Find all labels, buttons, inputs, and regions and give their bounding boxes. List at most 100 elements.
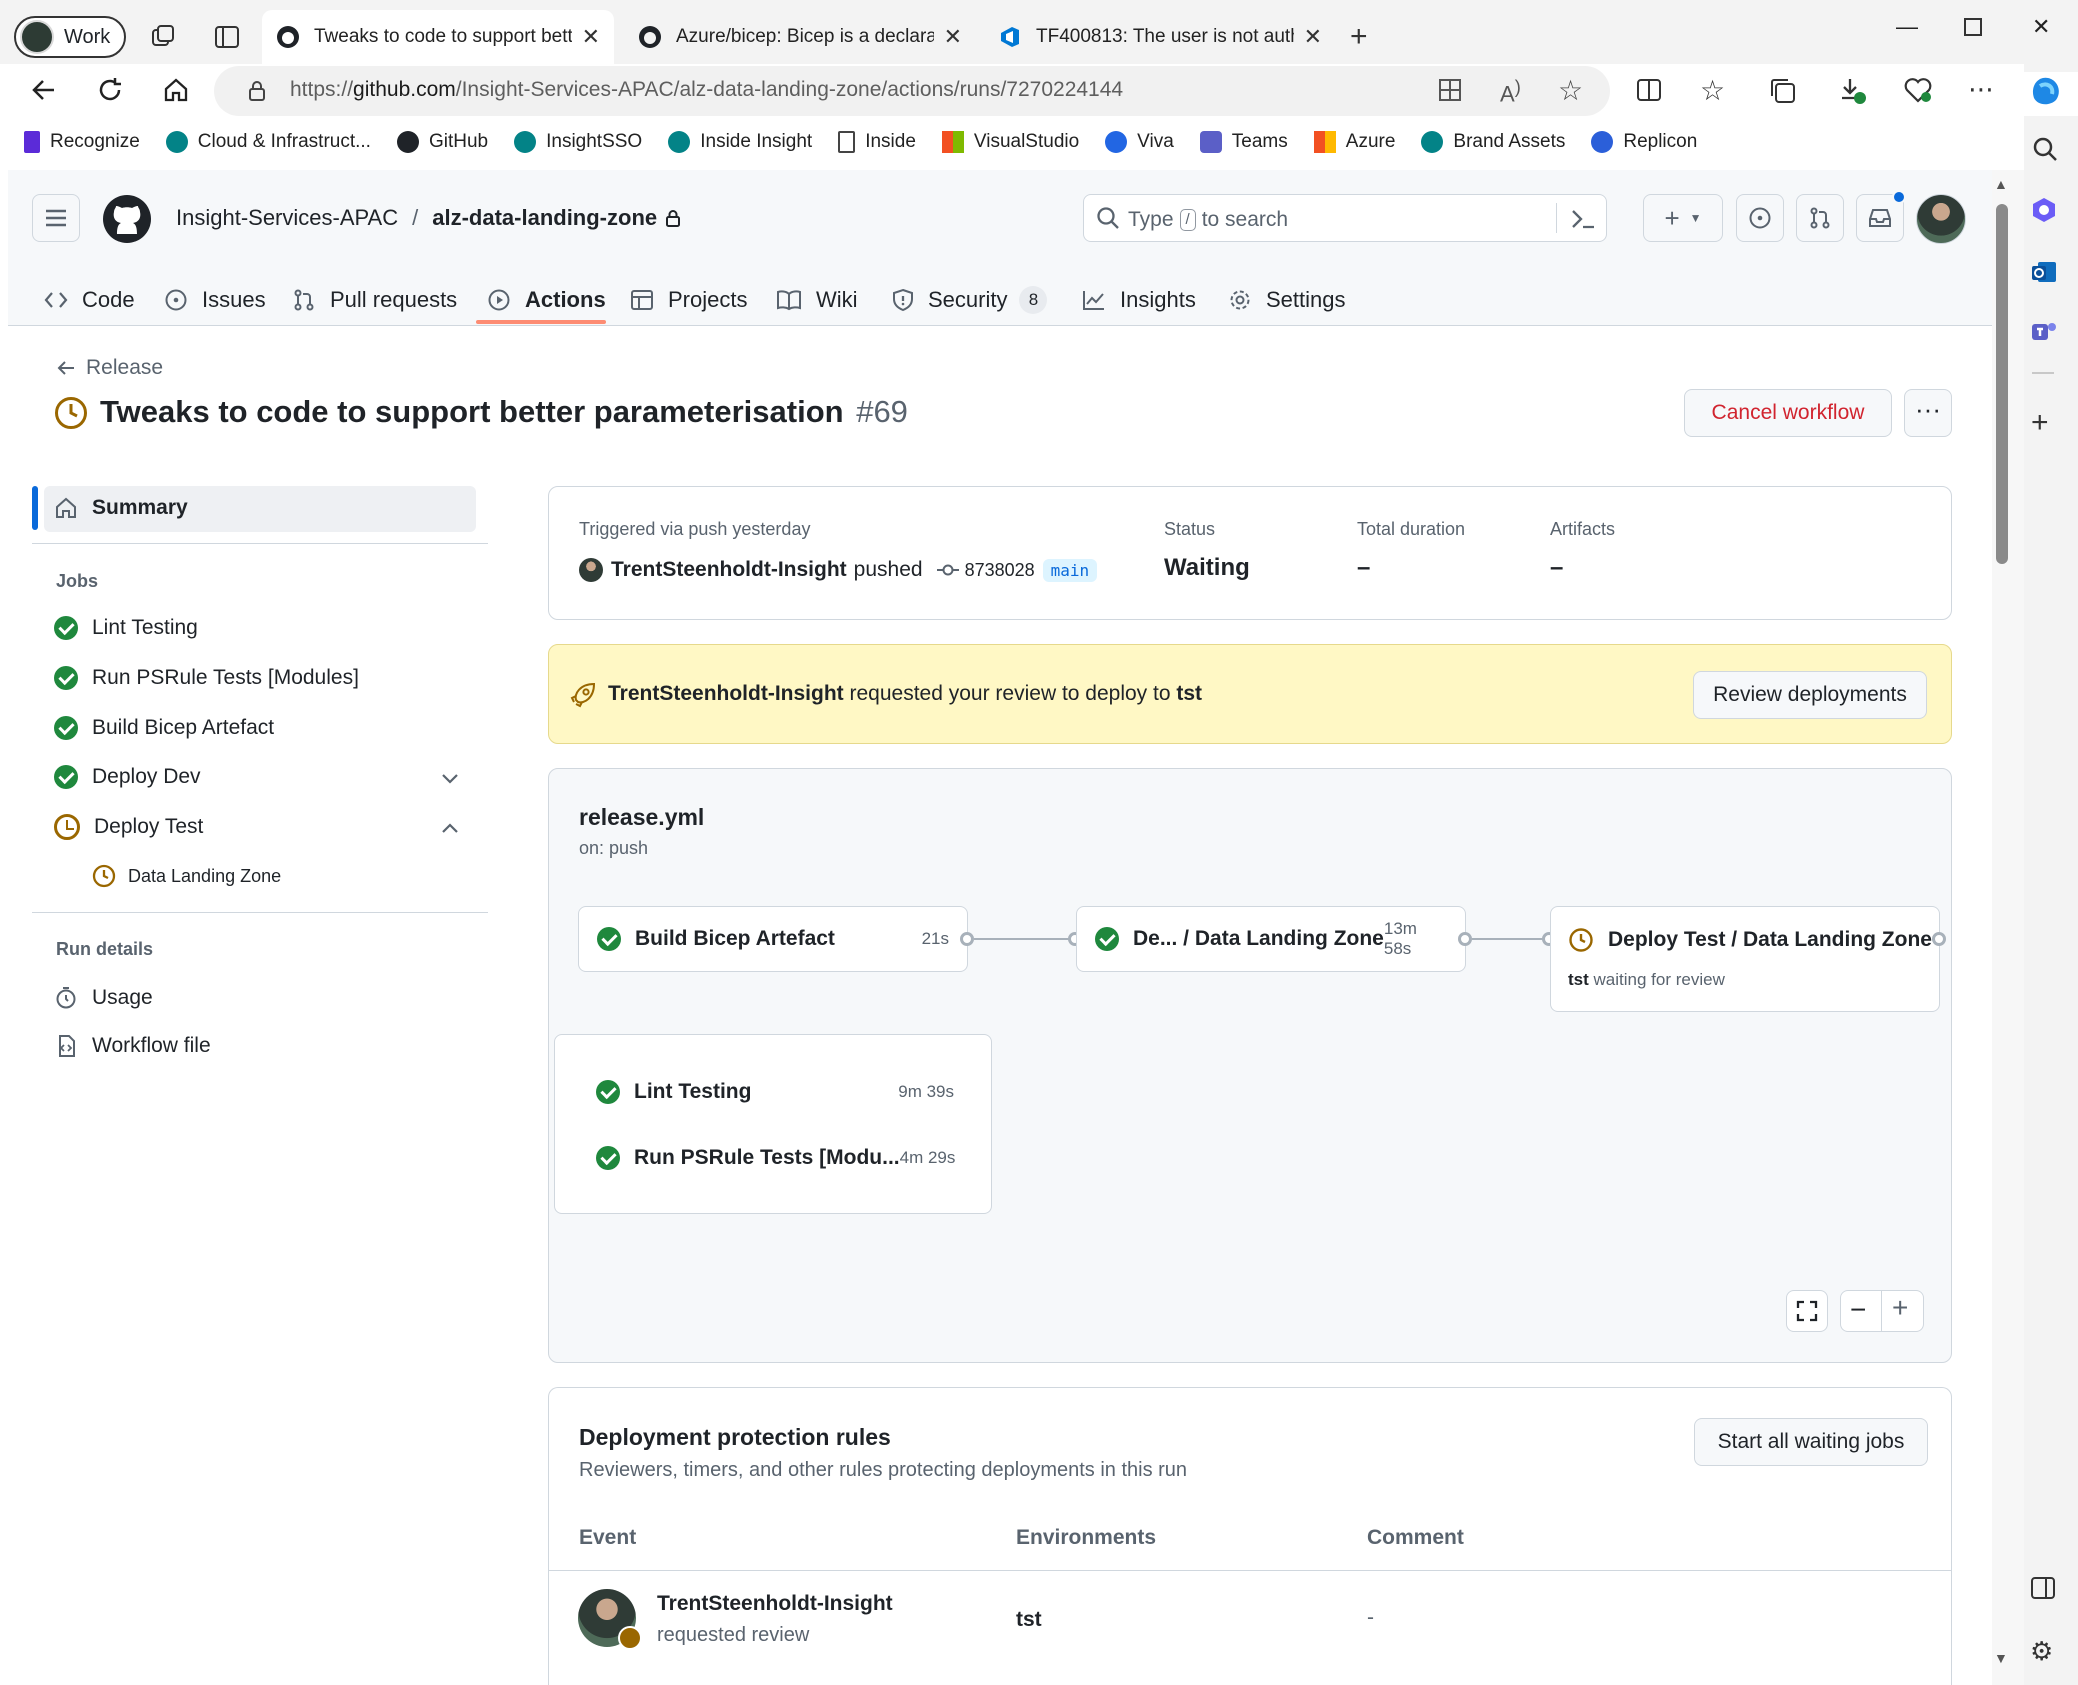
chevron-down-icon[interactable] bbox=[440, 768, 460, 788]
vertical-tabs-icon[interactable] bbox=[214, 24, 240, 50]
start-all-waiting-jobs-button[interactable]: Start all waiting jobs bbox=[1694, 1418, 1928, 1466]
site-info-icon[interactable] bbox=[246, 80, 268, 102]
bookmark-viva[interactable]: Viva bbox=[1105, 131, 1174, 153]
tab-settings[interactable]: Settings bbox=[1228, 276, 1346, 324]
tab-azure-bicep[interactable]: Azure/bicep: Bicep is a declarative lang… bbox=[624, 10, 976, 64]
favorites-icon[interactable]: ☆ bbox=[1700, 74, 1725, 107]
sidebar-job-build-bicep[interactable]: Build Bicep Artefact bbox=[54, 716, 274, 740]
tab-insights[interactable]: Insights bbox=[1082, 276, 1196, 324]
graph-node-lint-testing[interactable]: Lint Testing 9m 39s bbox=[596, 1080, 954, 1104]
reviewer-name[interactable]: TrentSteenholdt-Insight bbox=[657, 1592, 893, 1616]
close-tab-icon[interactable]: ✕ bbox=[1304, 24, 1322, 50]
graph-node-run-psrule[interactable]: Run PSRule Tests [Modu... 4m 29s bbox=[596, 1146, 955, 1170]
back-icon[interactable] bbox=[30, 76, 58, 104]
sidebar-workflow-file[interactable]: Workflow file bbox=[54, 1034, 211, 1058]
browser-essentials-icon[interactable] bbox=[1904, 76, 1932, 104]
tab-actions[interactable]: Actions bbox=[487, 276, 606, 324]
hamburger-menu-button[interactable] bbox=[32, 194, 80, 242]
tab-pull-requests[interactable]: Pull requests bbox=[292, 276, 457, 324]
user-avatar[interactable] bbox=[1916, 194, 1966, 244]
graph-node-deploy-dev[interactable]: De... / Data Landing Zone 13m 58s bbox=[1076, 906, 1466, 972]
cancel-workflow-button[interactable]: Cancel workflow bbox=[1684, 389, 1892, 437]
commit-link[interactable]: 8738028 bbox=[965, 560, 1035, 581]
sidebar-job-deploy-test[interactable]: Deploy Test bbox=[54, 814, 203, 840]
actor-link[interactable]: TrentSteenholdt-Insight bbox=[611, 558, 847, 582]
bookmark-insightsso[interactable]: InsightSSO bbox=[514, 131, 642, 153]
workspaces-icon[interactable] bbox=[150, 24, 176, 50]
zoom-in-icon[interactable]: + bbox=[1892, 1292, 1908, 1324]
scrollbar-thumb[interactable] bbox=[1996, 204, 2008, 564]
graph-node-deploy-test[interactable] bbox=[1550, 906, 1940, 1012]
back-to-workflow-link[interactable]: Release bbox=[56, 356, 163, 380]
bookmark-azure[interactable]: Azure bbox=[1313, 131, 1395, 153]
sidebar-job-deploy-dev[interactable]: Deploy Dev bbox=[54, 765, 201, 789]
minimize-icon[interactable]: — bbox=[1896, 14, 1918, 40]
sidebar-add-icon[interactable]: + bbox=[2031, 406, 2049, 440]
more-options-button[interactable]: ··· bbox=[1904, 389, 1952, 437]
fullscreen-button[interactable] bbox=[1786, 1290, 1828, 1332]
bookmark-teams[interactable]: Teams bbox=[1199, 131, 1288, 153]
pull-requests-button[interactable] bbox=[1796, 194, 1844, 242]
bookmark-visualstudio[interactable]: VisualStudio bbox=[941, 131, 1079, 153]
favorite-star-icon[interactable]: ☆ bbox=[1558, 74, 1583, 107]
close-window-icon[interactable]: ✕ bbox=[2032, 14, 2050, 40]
branch-badge[interactable]: main bbox=[1042, 558, 1098, 582]
bookmark-replicon[interactable]: Replicon bbox=[1591, 131, 1697, 153]
review-actor-link[interactable]: TrentSteenholdt-Insight bbox=[608, 682, 844, 705]
command-palette-icon[interactable] bbox=[1570, 208, 1596, 230]
sidebar-job-lint-testing[interactable]: Lint Testing bbox=[54, 616, 198, 640]
sidebar-search-icon[interactable] bbox=[2032, 136, 2058, 162]
bookmark-inside-insight[interactable]: Inside Insight bbox=[668, 131, 812, 153]
sidebar-toggle-icon[interactable] bbox=[2030, 1576, 2056, 1600]
new-tab-icon[interactable]: + bbox=[1350, 20, 1368, 54]
github-logo-icon[interactable] bbox=[102, 194, 152, 244]
sidebar-usage[interactable]: Usage bbox=[54, 986, 153, 1010]
downloads-icon[interactable] bbox=[1838, 76, 1866, 104]
profile-button[interactable]: Work bbox=[14, 16, 126, 58]
owner-link[interactable]: Insight-Services-APAC bbox=[176, 205, 398, 231]
scroll-up-icon[interactable]: ▲ bbox=[1994, 176, 2008, 192]
maximize-icon[interactable] bbox=[1964, 18, 1982, 36]
issues-button[interactable] bbox=[1736, 194, 1784, 242]
zoom-out-icon[interactable]: − bbox=[1850, 1294, 1866, 1326]
review-deployments-button[interactable]: Review deployments bbox=[1693, 671, 1927, 719]
graph-node-build-bicep[interactable]: Build Bicep Artefact 21s bbox=[578, 906, 968, 972]
scroll-down-icon[interactable]: ▼ bbox=[1994, 1650, 2008, 1666]
chevron-up-icon[interactable] bbox=[440, 818, 460, 838]
bookmark-github[interactable]: GitHub bbox=[396, 131, 488, 153]
read-aloud-icon[interactable]: A) bbox=[1500, 76, 1521, 107]
app-available-icon[interactable] bbox=[1438, 78, 1462, 102]
create-new-button[interactable]: + ▼ bbox=[1643, 194, 1723, 242]
sidebar-outlook-icon[interactable] bbox=[2030, 258, 2058, 286]
refresh-icon[interactable] bbox=[96, 76, 124, 104]
tab-projects[interactable]: Projects bbox=[630, 276, 747, 324]
waiting-status-icon bbox=[54, 396, 88, 430]
tab-issues[interactable]: Issues bbox=[164, 276, 266, 324]
more-menu-icon[interactable]: ⋯ bbox=[1968, 74, 1994, 105]
actor-avatar[interactable] bbox=[579, 558, 603, 582]
copilot-icon[interactable] bbox=[2028, 72, 2064, 108]
active-tab-underline bbox=[476, 320, 606, 324]
tab-wiki[interactable]: Wiki bbox=[776, 276, 858, 324]
close-tab-icon[interactable]: ✕ bbox=[944, 24, 962, 50]
tab-code[interactable]: Code bbox=[44, 276, 135, 324]
bookmark-recognize[interactable]: Recognize bbox=[24, 131, 140, 153]
sidebar-job-run-psrule[interactable]: Run PSRule Tests [Modules] bbox=[54, 666, 359, 690]
sidebar-settings-icon[interactable]: ⚙ bbox=[2030, 1636, 2053, 1667]
tab-security[interactable]: Security 8 bbox=[892, 276, 1048, 324]
bookmark-cloud-infrastructure[interactable]: Cloud & Infrastruct... bbox=[165, 131, 371, 153]
sidebar-teams-icon[interactable] bbox=[2030, 318, 2058, 346]
collections-icon[interactable] bbox=[1770, 78, 1796, 104]
split-screen-icon[interactable] bbox=[1636, 78, 1662, 102]
close-tab-icon[interactable]: ✕ bbox=[582, 24, 600, 50]
sidebar-subjob-data-landing-zone[interactable]: Data Landing Zone bbox=[92, 864, 281, 888]
bookmark-brand-assets[interactable]: Brand Assets bbox=[1421, 131, 1565, 153]
git-pull-request-icon bbox=[1810, 207, 1830, 229]
tab-tf400813[interactable]: TF400813: The user is not authorized ✕ bbox=[984, 10, 1336, 64]
home-icon[interactable] bbox=[162, 76, 190, 104]
bookmark-inside[interactable]: Inside bbox=[838, 131, 916, 153]
sidebar-copilot365-icon[interactable] bbox=[2030, 196, 2058, 224]
tab-github-run[interactable]: Tweaks to code to support better paramet… bbox=[262, 10, 614, 64]
url-text[interactable]: https://github.com/Insight-Services-APAC… bbox=[290, 78, 1123, 102]
repo-link[interactable]: alz-data-landing-zone bbox=[432, 205, 657, 231]
